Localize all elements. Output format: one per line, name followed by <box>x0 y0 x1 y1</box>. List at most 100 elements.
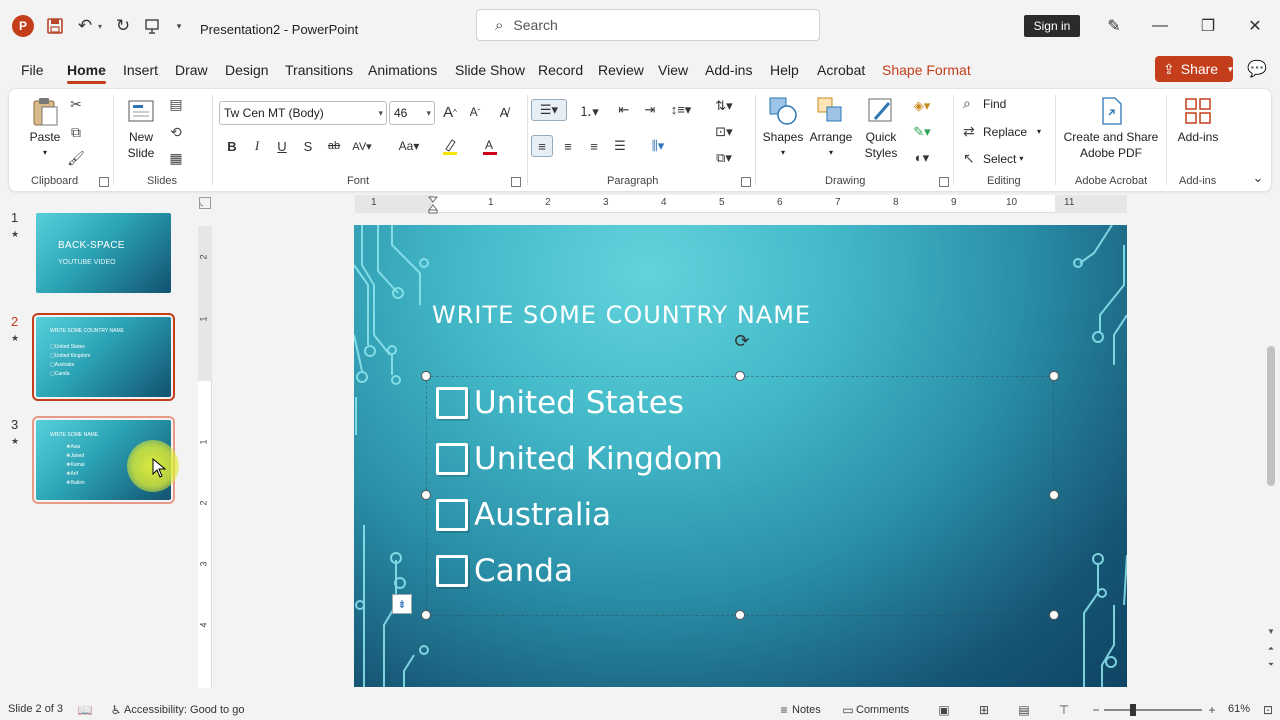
align-center-icon[interactable]: ≡ <box>557 135 579 157</box>
close-icon[interactable]: ✕ <box>1243 14 1267 38</box>
font-family-select[interactable]: Tw Cen MT (Body) ▾ <box>219 101 387 125</box>
highlight-color-icon[interactable] <box>439 135 461 157</box>
numbering-icon[interactable]: ⒈▾ <box>575 99 603 121</box>
sign-in-button[interactable]: Sign in <box>1024 15 1080 37</box>
reset-slide-icon[interactable]: ⟲ <box>167 123 185 141</box>
tab-insert[interactable]: Insert <box>123 62 158 78</box>
line-spacing-icon[interactable]: ↕≡▾ <box>665 99 697 121</box>
add-ins-button[interactable]: Add-ins <box>1175 95 1221 145</box>
tab-record[interactable]: Record <box>538 62 583 78</box>
autofit-options-icon[interactable]: ⇟ <box>392 594 412 614</box>
customize-toolbar-icon[interactable]: ▾ <box>172 14 186 38</box>
replace-button[interactable]: ⇄ Replace ▾ <box>963 123 1041 140</box>
format-painter-icon[interactable]: 🖌 <box>67 149 85 167</box>
font-launcher-icon[interactable] <box>511 177 521 187</box>
resize-handle[interactable] <box>1049 610 1059 620</box>
comments-button[interactable]: ▭ Comments <box>840 703 909 717</box>
tab-home[interactable]: Home <box>67 62 106 84</box>
convert-smartart-icon[interactable]: ⧉▾ <box>709 147 739 169</box>
clear-formatting-icon[interactable]: A̸ <box>493 101 515 123</box>
clipboard-launcher-icon[interactable] <box>99 177 109 187</box>
bullets-button[interactable]: ☰▾ <box>531 99 567 121</box>
copy-icon[interactable]: ⧉ <box>67 123 85 141</box>
tab-file[interactable]: File <box>21 62 44 78</box>
zoom-out-icon[interactable]: − <box>1088 703 1104 717</box>
scrollbar-thumb[interactable] <box>1267 346 1275 486</box>
find-button[interactable]: ⌕ Find <box>963 95 1006 112</box>
resize-handle[interactable] <box>1049 371 1059 381</box>
comments-pane-icon[interactable]: 💬 <box>1246 58 1268 80</box>
scroll-down-icon[interactable]: ▼ <box>1266 626 1276 636</box>
next-slide-icon[interactable]: ⏷ <box>1266 660 1276 670</box>
decrease-font-size-icon[interactable]: Aˇ <box>464 101 486 123</box>
resize-handle[interactable] <box>735 610 745 620</box>
paste-button[interactable]: Paste ▾ <box>25 95 65 161</box>
tab-slide-show[interactable]: Slide Show <box>455 62 525 78</box>
paragraph-launcher-icon[interactable] <box>741 177 751 187</box>
character-spacing-icon[interactable]: AV▾ <box>351 135 373 157</box>
spelling-icon[interactable]: 📖 <box>77 703 93 717</box>
zoom-in-icon[interactable]: + <box>1204 703 1220 717</box>
slide-canvas[interactable]: WRITE SOME COUNTRY NAME ⟳ United States … <box>354 225 1127 687</box>
tab-help[interactable]: Help <box>770 62 799 78</box>
normal-view-icon[interactable]: ▣ <box>936 703 952 717</box>
resize-handle[interactable] <box>421 371 431 381</box>
tab-transitions[interactable]: Transitions <box>285 62 353 78</box>
reading-view-icon[interactable]: ▤ <box>1016 703 1032 717</box>
rotate-handle-icon[interactable]: ⟳ <box>731 330 753 352</box>
justify-icon[interactable]: ☰ <box>609 135 631 157</box>
tab-shape-format[interactable]: Shape Format <box>882 62 971 78</box>
fit-to-window-icon[interactable]: ⊡ <box>1260 703 1276 717</box>
underline-icon[interactable]: U <box>271 135 293 157</box>
previous-slide-icon[interactable]: ⏶ <box>1266 644 1276 654</box>
cut-icon[interactable]: ✂ <box>67 95 85 113</box>
increase-font-size-icon[interactable]: A ^ <box>439 101 461 123</box>
collapse-ribbon-icon[interactable]: ⌄ <box>1247 167 1269 189</box>
strikethrough-icon[interactable]: ab <box>323 135 345 157</box>
tab-add-ins[interactable]: Add-ins <box>705 62 752 78</box>
new-slide-button[interactable]: New Slide <box>121 95 161 161</box>
notes-button[interactable]: ≡ Notes <box>776 703 820 717</box>
italic-icon[interactable]: I <box>246 135 268 157</box>
pen-icon[interactable]: ✎ <box>1102 14 1126 38</box>
list-item[interactable]: Australia <box>436 495 611 535</box>
tab-selector-icon[interactable]: ⌞ <box>199 197 211 209</box>
arrange-button[interactable]: Arrange ▾ <box>809 95 853 161</box>
select-button[interactable]: ↖ Select ▾ <box>963 150 1023 167</box>
slide-thumbnail-1[interactable]: BACK-SPACE YOUTUBE VIDEO <box>36 213 171 293</box>
section-icon[interactable]: ▦ <box>167 149 185 167</box>
increase-indent-icon[interactable]: ⇥ <box>639 99 661 121</box>
shapes-button[interactable]: Shapes ▾ <box>761 95 805 161</box>
list-item[interactable]: United Kingdom <box>436 439 723 479</box>
drawing-launcher-icon[interactable] <box>939 177 949 187</box>
search-box[interactable]: ⌕ Search <box>476 9 820 41</box>
list-item[interactable]: Canda <box>436 551 573 591</box>
text-shadow-icon[interactable]: S <box>297 135 319 157</box>
present-from-start-icon[interactable] <box>141 14 163 38</box>
bold-icon[interactable]: B <box>221 135 243 157</box>
align-left-icon[interactable]: ≡ <box>531 135 553 157</box>
tab-review[interactable]: Review <box>598 62 644 78</box>
minimize-icon[interactable]: — <box>1148 14 1172 38</box>
layout-icon[interactable]: ▤ <box>167 95 185 113</box>
redo-icon[interactable]: ↻ <box>112 14 134 38</box>
undo-dropdown-icon[interactable]: ▾ <box>95 14 105 38</box>
restore-icon[interactable]: ❐ <box>1196 14 1220 38</box>
resize-handle[interactable] <box>1049 490 1059 500</box>
list-item[interactable]: United States <box>436 383 684 423</box>
slide-sorter-icon[interactable]: ⊞ <box>976 703 992 717</box>
tab-animations[interactable]: Animations <box>368 62 437 78</box>
shape-effects-icon[interactable]: ◐▾ <box>907 147 937 169</box>
vertical-scrollbar[interactable] <box>1264 226 1278 686</box>
tab-acrobat[interactable]: Acrobat <box>817 62 865 78</box>
tab-draw[interactable]: Draw <box>175 62 208 78</box>
slide-title[interactable]: WRITE SOME COUNTRY NAME <box>432 301 811 329</box>
undo-icon[interactable]: ↶ <box>74 14 96 38</box>
font-color-icon[interactable]: A <box>479 135 501 157</box>
shape-fill-icon[interactable]: ◈▾ <box>907 95 937 117</box>
decrease-indent-icon[interactable]: ⇤ <box>613 99 635 121</box>
zoom-level[interactable]: 61% <box>1228 703 1250 715</box>
resize-handle[interactable] <box>735 371 745 381</box>
create-share-pdf-button[interactable]: Create and Share Adobe PDF <box>1061 95 1161 161</box>
slideshow-view-icon[interactable]: ⊤ <box>1056 703 1072 717</box>
